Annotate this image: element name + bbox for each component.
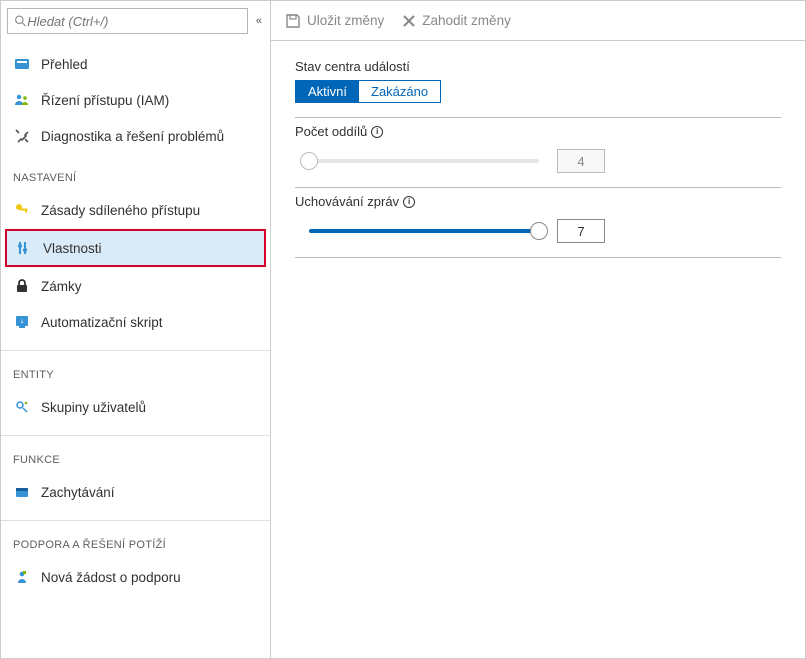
main-area: Uložit změny Zahodit změny Stav centra u… — [271, 1, 805, 658]
diagnostics-icon — [13, 127, 31, 145]
field-status: Stav centra událostí Aktivní Zakázáno — [295, 59, 781, 118]
sidebar-item-label: Řízení přístupu (IAM) — [41, 93, 169, 108]
partitions-slider-thumb — [300, 152, 318, 170]
search-icon — [14, 14, 27, 28]
search-input[interactable] — [27, 14, 241, 29]
info-icon[interactable]: i — [371, 126, 383, 138]
lock-icon — [13, 277, 31, 295]
support-icon — [13, 568, 31, 586]
properties-icon — [15, 239, 33, 257]
section-header-support: PODPORA A ŘEŠENÍ POTÍŽÍ — [1, 520, 270, 559]
field-partitions: Počet oddílů i 4 — [295, 124, 781, 188]
status-toggle: Aktivní Zakázáno — [295, 80, 441, 103]
discard-label: Zahodit změny — [422, 13, 511, 28]
iam-icon — [13, 91, 31, 109]
sidebar-item-label: Zámky — [41, 279, 82, 294]
content: Stav centra událostí Aktivní Zakázáno Po… — [271, 41, 805, 282]
partitions-value: 4 — [557, 149, 605, 173]
sidebar-item-capture[interactable]: Zachytávání — [1, 474, 270, 510]
sidebar-collapse-button[interactable]: « — [254, 15, 264, 27]
script-icon: ⇣ — [13, 313, 31, 331]
info-icon[interactable]: i — [403, 196, 415, 208]
discard-icon — [402, 14, 416, 28]
key-icon — [13, 201, 31, 219]
sidebar-item-shared-access[interactable]: Zásady sdíleného přístupu — [1, 192, 270, 228]
status-active-button[interactable]: Aktivní — [296, 81, 359, 102]
sidebar-item-label: Zachytávání — [41, 485, 115, 500]
capture-icon — [13, 483, 31, 501]
sidebar-item-label: Nová žádost o podporu — [41, 570, 181, 585]
sidebar-item-properties[interactable]: Vlastnosti — [5, 229, 266, 267]
sidebar-item-label: Automatizační skript — [41, 315, 163, 330]
save-button[interactable]: Uložit změny — [285, 13, 384, 29]
sidebar-item-label: Přehled — [41, 57, 88, 72]
sidebar-item-diagnostics[interactable]: Diagnostika a řešení problémů — [1, 118, 270, 154]
sidebar-item-user-groups[interactable]: Skupiny uživatelů — [1, 389, 270, 425]
section-header-settings: NASTAVENÍ — [1, 154, 270, 192]
overview-icon — [13, 55, 31, 73]
sidebar-item-label: Zásady sdíleného přístupu — [41, 203, 200, 218]
retention-slider[interactable] — [309, 222, 539, 240]
sidebar-item-label: Vlastnosti — [43, 241, 102, 256]
search-box[interactable] — [7, 8, 248, 34]
retention-slider-thumb[interactable] — [530, 222, 548, 240]
sidebar-item-locks[interactable]: Zámky — [1, 268, 270, 304]
groups-icon — [13, 398, 31, 416]
retention-value[interactable]: 7 — [557, 219, 605, 243]
status-disabled-button[interactable]: Zakázáno — [359, 81, 440, 102]
field-retention: Uchovávání zpráv i 7 — [295, 194, 781, 258]
sidebar: « Přehled Řízení přístupu (IAM) Diagnost… — [1, 1, 271, 658]
partitions-slider — [309, 152, 539, 170]
save-icon — [285, 13, 301, 29]
section-header-functions: FUNKCE — [1, 435, 270, 474]
save-label: Uložit změny — [307, 13, 384, 28]
sidebar-item-iam[interactable]: Řízení přístupu (IAM) — [1, 82, 270, 118]
section-header-entity: ENTITY — [1, 350, 270, 389]
sidebar-item-label: Skupiny uživatelů — [41, 400, 146, 415]
status-label: Stav centra událostí — [295, 59, 781, 74]
toolbar: Uložit změny Zahodit změny — [271, 1, 805, 41]
retention-label: Uchovávání zpráv i — [295, 194, 781, 209]
sidebar-item-new-support-request[interactable]: Nová žádost o podporu — [1, 559, 270, 595]
sidebar-item-overview[interactable]: Přehled — [1, 46, 270, 82]
sidebar-item-label: Diagnostika a řešení problémů — [41, 129, 224, 144]
discard-button[interactable]: Zahodit změny — [402, 13, 511, 28]
svg-text:⇣: ⇣ — [19, 318, 24, 325]
partitions-label: Počet oddílů i — [295, 124, 781, 139]
sidebar-item-automation-script[interactable]: ⇣ Automatizační skript — [1, 304, 270, 340]
search-row: « — [1, 1, 270, 46]
